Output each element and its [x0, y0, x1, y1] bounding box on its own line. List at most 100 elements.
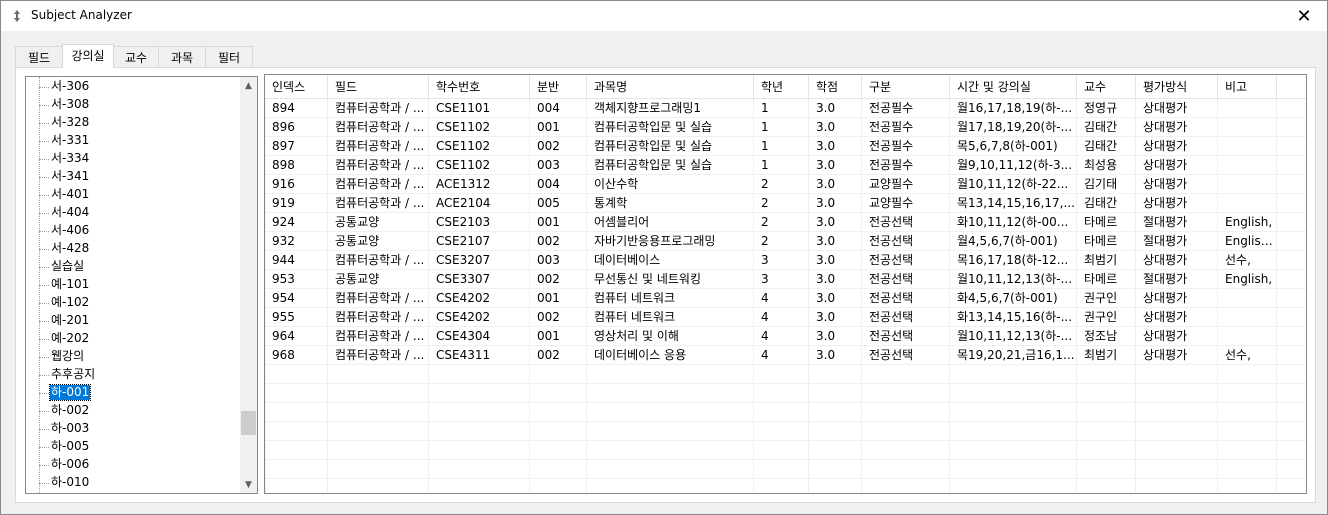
tree-item[interactable]: 웹강의 [26, 348, 241, 366]
tree-connector [39, 177, 49, 178]
table-row[interactable]: 968 컴퓨터공학과 / ... CSE4311 002 데이터베이스 응용 4 3.0 전공… [265, 346, 1306, 365]
tree-item[interactable]: 예-101 [26, 276, 241, 294]
cell-col-index: 953 [265, 270, 328, 289]
cell-col-title: 영상처리 및 이해 [587, 327, 754, 346]
header-col-index[interactable]: 인덱스 [265, 75, 328, 99]
tree-item-label: 서-428 [51, 241, 90, 255]
header-col-credit[interactable]: 학점 [809, 75, 862, 99]
tree-item[interactable]: 실습실 [26, 258, 241, 276]
tree-item[interactable]: 서-334 [26, 150, 241, 168]
tree-item[interactable]: 서-428 [26, 240, 241, 258]
header-col-section[interactable]: 분반 [530, 75, 587, 99]
table-row[interactable]: 964 컴퓨터공학과 / ... CSE4304 001 영상처리 및 이해 4 3.0 전공… [265, 327, 1306, 346]
tree-item[interactable]: 서-331 [26, 132, 241, 150]
cell-col-field: 컴퓨터공학과 / ... [328, 118, 429, 137]
header-col-time-room[interactable]: 시간 및 강의실 [950, 75, 1077, 99]
header-col-category[interactable]: 구분 [862, 75, 950, 99]
title-bar[interactable]: Subject Analyzer ✕ [1, 1, 1327, 31]
tree-item[interactable]: 서-401 [26, 186, 241, 204]
table-row[interactable]: 896 컴퓨터공학과 / ... CSE1102 001 컴퓨터공학입문 및 실습 1 3.… [265, 118, 1306, 137]
classroom-tree[interactable]: 서-306 서-308 서-328 서-331 서-334 서-341 서-401 서-404… [25, 76, 258, 494]
cell-col-professor: 최성용 [1077, 156, 1136, 175]
cell-col-section: 003 [530, 156, 587, 175]
tree-item[interactable]: 하-006 [26, 456, 241, 474]
tree-item[interactable]: 예-202 [26, 330, 241, 348]
tree-item[interactable]: 하-005 [26, 438, 241, 456]
cell-col-course-code: CSE4202 [429, 308, 530, 327]
tree-item[interactable]: 하-010 [26, 474, 241, 492]
cell-col-professor: 김기태 [1077, 175, 1136, 194]
header-col-year[interactable]: 학년 [754, 75, 809, 99]
cell-col-professor: 타메르 [1077, 213, 1136, 232]
tree-item[interactable]: 예-201 [26, 312, 241, 330]
tab-professor[interactable]: 교수 [113, 46, 159, 67]
tree-item[interactable]: 서-404 [26, 204, 241, 222]
cell-col-note: English, [1218, 213, 1277, 232]
tree-item-label: 서-308 [51, 97, 90, 111]
cell-col-note [1218, 99, 1277, 118]
table-row[interactable]: 955 컴퓨터공학과 / ... CSE4202 002 컴퓨터 네트워크 4 3.0 전공선… [265, 308, 1306, 327]
subject-list-view[interactable]: 인덱스 필드 학수번호 분반 과목명 학년 학점 구분 시간 및 강의실 교수 평가방식 비고 894… [264, 74, 1307, 494]
tab-classroom[interactable]: 강의실 [62, 44, 114, 68]
cell-col-section: 004 [530, 99, 587, 118]
cell-col-course-code: CSE4202 [429, 289, 530, 308]
cell-col-section: 005 [530, 194, 587, 213]
cell-col-category: 교양필수 [862, 194, 950, 213]
header-col-course-code[interactable]: 학수번호 [429, 75, 530, 99]
tree-item[interactable]: 서-341 [26, 168, 241, 186]
header-col-professor[interactable]: 교수 [1077, 75, 1136, 99]
cell-col-grading: 상대평가 [1136, 346, 1218, 365]
table-row[interactable]: 924 공통교양 CSE2103 001 어셈블리어 2 3.0 전공선택 화10,11,12(… [265, 213, 1306, 232]
cell-col-note [1218, 137, 1277, 156]
tree-item[interactable]: 예-102 [26, 294, 241, 312]
table-row[interactable]: 898 컴퓨터공학과 / ... CSE1102 003 컴퓨터공학입문 및 실습 1 3.… [265, 156, 1306, 175]
tree-connector [39, 429, 49, 430]
cell-col-course-code: CSE2107 [429, 232, 530, 251]
header-col-note[interactable]: 비고 [1218, 75, 1277, 99]
cell-col-credit: 3.0 [809, 99, 862, 118]
table-row[interactable]: 932 공통교양 CSE2107 002 자바기반응용프로그래밍 2 3.0 전공선택 월4,5… [265, 232, 1306, 251]
cell-col-index: 932 [265, 232, 328, 251]
tab-subject[interactable]: 과목 [158, 46, 206, 67]
table-row[interactable]: 954 컴퓨터공학과 / ... CSE4202 001 컴퓨터 네트워크 4 3.0 전공선… [265, 289, 1306, 308]
tab-filter[interactable]: 필터 [205, 46, 253, 67]
header-col-title[interactable]: 과목명 [587, 75, 754, 99]
table-row[interactable]: 897 컴퓨터공학과 / ... CSE1102 002 컴퓨터공학입문 및 실습 1 3.… [265, 137, 1306, 156]
cell-col-time-room: 월9,10,11,12(하-3... [950, 156, 1077, 175]
header-col-grading[interactable]: 평가방식 [1136, 75, 1218, 99]
tree-item-label: 서-401 [51, 187, 90, 201]
tree-item[interactable]: 서-328 [26, 114, 241, 132]
scroll-down-button[interactable]: ▼ [240, 476, 257, 493]
tree-item[interactable]: 서-308 [26, 96, 241, 114]
cell-col-credit: 3.0 [809, 213, 862, 232]
table-row[interactable]: 894 컴퓨터공학과 / ... CSE1101 004 객체지향프로그래밍1 1 3.0 전… [265, 99, 1306, 118]
header-col-field[interactable]: 필드 [328, 75, 429, 99]
cell-col-title: 컴퓨터 네트워크 [587, 289, 754, 308]
window-title: Subject Analyzer [31, 8, 132, 22]
tree-item[interactable]: 하-001 [26, 384, 241, 402]
table-row[interactable]: 944 컴퓨터공학과 / ... CSE3207 003 데이터베이스 3 3.0 전공선택 목… [265, 251, 1306, 270]
tree-item[interactable]: 서-306 [26, 78, 241, 96]
tree-scrollbar[interactable]: ▲ ▼ [240, 77, 257, 493]
cell-col-time-room: 월10,11,12(하-22... [950, 175, 1077, 194]
cell-col-professor: 타메르 [1077, 232, 1136, 251]
table-row[interactable]: 919 컴퓨터공학과 / ... ACE2104 005 통계학 2 3.0 교양필수 목13,… [265, 194, 1306, 213]
scroll-up-button[interactable]: ▲ [240, 77, 257, 94]
app-icon [14, 10, 20, 22]
cell-col-time-room: 월16,17,18,19(하-... [950, 99, 1077, 118]
cell-col-time-room: 월10,11,12,13(하-... [950, 327, 1077, 346]
tree-connector [39, 249, 49, 250]
tree-item[interactable]: 하-002 [26, 402, 241, 420]
close-button[interactable]: ✕ [1281, 1, 1327, 31]
table-row[interactable]: 916 컴퓨터공학과 / ... ACE1312 004 이산수학 2 3.0 교양필수 월10… [265, 175, 1306, 194]
table-row[interactable]: 953 공통교양 CSE3307 002 무선통신 및 네트워킹 3 3.0 전공선택 월10,… [265, 270, 1306, 289]
cell-col-credit: 3.0 [809, 270, 862, 289]
cell-col-section: 003 [530, 251, 587, 270]
scroll-thumb[interactable] [241, 411, 256, 435]
tree-item[interactable]: 하-003 [26, 420, 241, 438]
tree-item[interactable]: 서-406 [26, 222, 241, 240]
tree-item-label: 예-201 [51, 313, 90, 327]
tab-field[interactable]: 필드 [15, 46, 63, 67]
cell-col-year: 1 [754, 137, 809, 156]
tree-item[interactable]: 추후공지 [26, 366, 241, 384]
